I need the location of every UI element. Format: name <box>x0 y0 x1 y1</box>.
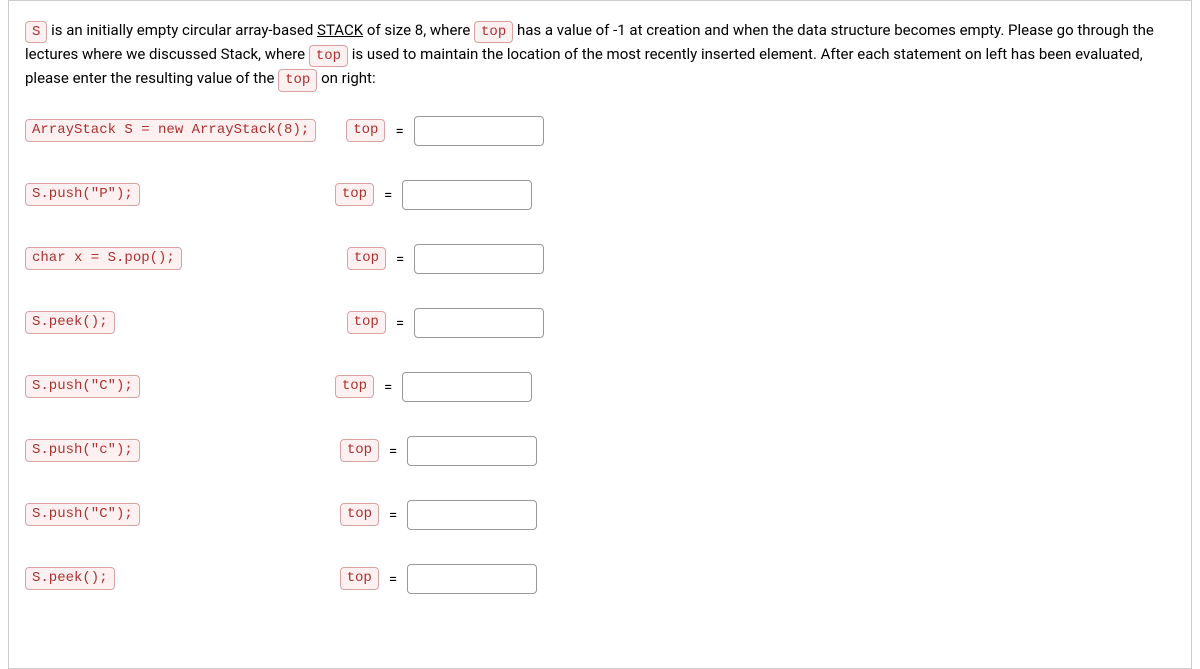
answer-cell: top = <box>346 116 543 146</box>
statement-cell: char x = S.pop(); <box>25 247 182 269</box>
equals-sign: = <box>385 570 401 588</box>
code-token-top: top <box>278 69 317 91</box>
answer-row: S.push("P"); top = <box>25 180 1175 210</box>
top-label: top <box>335 183 374 205</box>
top-label: top <box>340 567 379 589</box>
top-label: top <box>346 119 385 141</box>
equals-sign: = <box>380 378 396 396</box>
answer-cell: top = <box>347 244 544 274</box>
answer-row: char x = S.pop(); top = <box>25 244 1175 274</box>
statement-cell: S.peek(); <box>25 567 115 589</box>
top-value-input[interactable] <box>407 436 537 466</box>
top-label: top <box>340 503 379 525</box>
code-token-top: top <box>474 21 513 43</box>
statement-code: S.push("P"); <box>25 183 140 205</box>
answer-row: S.push("C"); top = <box>25 372 1175 402</box>
top-value-input[interactable] <box>407 564 537 594</box>
equals-sign: = <box>385 442 401 460</box>
top-value-input[interactable] <box>407 500 537 530</box>
statement-code: char x = S.pop(); <box>25 247 182 269</box>
equals-sign: = <box>392 314 408 332</box>
equals-sign: = <box>391 122 407 140</box>
answer-cell: top = <box>347 308 544 338</box>
question-intro: S is an initially empty circular array-b… <box>25 19 1175 92</box>
top-value-input[interactable] <box>414 116 544 146</box>
answer-cell: top = <box>335 180 532 210</box>
statement-cell: S.push("c"); <box>25 439 140 461</box>
code-token-s: S <box>25 21 47 43</box>
equals-sign: = <box>385 506 401 524</box>
statement-cell: S.push("C"); <box>25 503 140 525</box>
answer-cell: top = <box>340 564 537 594</box>
top-label: top <box>347 247 386 269</box>
statement-cell: S.push("P"); <box>25 183 140 205</box>
statement-cell: S.push("C"); <box>25 375 140 397</box>
statement-code: ArrayStack S = new ArrayStack(8); <box>25 119 316 141</box>
top-value-input[interactable] <box>402 180 532 210</box>
statement-code: S.peek(); <box>25 567 115 589</box>
top-label: top <box>340 439 379 461</box>
answer-cell: top = <box>340 500 537 530</box>
answer-row: S.push("C"); top = <box>25 500 1175 530</box>
code-token-top: top <box>309 45 348 67</box>
answer-row: S.peek(); top = <box>25 308 1175 338</box>
statement-code: S.peek(); <box>25 311 115 333</box>
statement-code: S.push("c"); <box>25 439 140 461</box>
top-label: top <box>347 311 386 333</box>
question-card: S is an initially empty circular array-b… <box>8 0 1192 669</box>
top-value-input[interactable] <box>414 244 544 274</box>
stack-word: STACK <box>317 21 363 39</box>
answer-row: S.peek(); top = <box>25 564 1175 594</box>
answer-row: ArrayStack S = new ArrayStack(8); top = <box>25 116 1175 146</box>
answer-rows: ArrayStack S = new ArrayStack(8);top=S.p… <box>25 116 1175 594</box>
equals-sign: = <box>380 186 396 204</box>
equals-sign: = <box>392 250 408 268</box>
top-value-input[interactable] <box>402 372 532 402</box>
top-value-input[interactable] <box>414 308 544 338</box>
answer-cell: top = <box>340 436 537 466</box>
statement-code: S.push("C"); <box>25 375 140 397</box>
statement-cell: S.peek(); <box>25 311 115 333</box>
intro-text-1: is an initially empty circular array-bas… <box>47 21 317 39</box>
answer-row: S.push("c"); top = <box>25 436 1175 466</box>
intro-text-5: on right: <box>317 69 375 87</box>
top-label: top <box>335 375 374 397</box>
statement-cell: ArrayStack S = new ArrayStack(8); <box>25 119 316 141</box>
intro-text-2: of size 8, where <box>363 21 474 39</box>
statement-code: S.push("C"); <box>25 503 140 525</box>
answer-cell: top = <box>335 372 532 402</box>
